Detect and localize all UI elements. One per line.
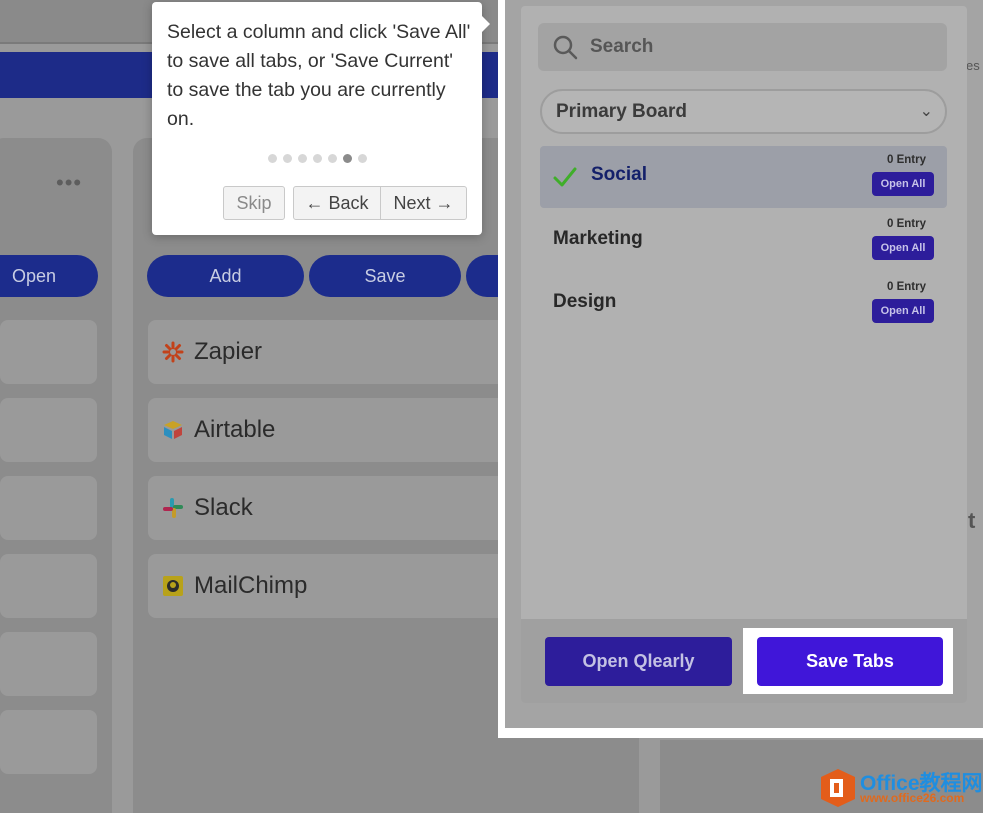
card-mailchimp[interactable]: MailChimp [148, 554, 508, 618]
column-row-design[interactable]: Design 0 Entry Open All [540, 273, 947, 335]
clipped-text: t [968, 508, 976, 533]
card-label: Airtable [194, 416, 276, 443]
left-card[interactable] [0, 554, 97, 618]
save-button-label: Save [364, 265, 406, 286]
next-button[interactable]: Next → [380, 186, 467, 220]
card-label: Zapier [194, 338, 263, 365]
entry-count: 0 Entry [887, 218, 926, 230]
chevron-down-icon: ⌄ [919, 103, 933, 120]
entry-count: 0 Entry [887, 154, 926, 166]
watermark-url: www.office26.com [860, 791, 965, 805]
card-airtable[interactable]: Airtable [148, 398, 508, 462]
open-all-button[interactable]: Open All [872, 236, 934, 260]
card-label: Slack [194, 494, 253, 521]
airtable-icon [164, 421, 182, 439]
column-row-marketing[interactable]: Marketing 0 Entry Open All [540, 210, 947, 272]
search-icon [553, 35, 578, 60]
tour-step-dots [268, 154, 367, 163]
mailchimp-icon [163, 576, 183, 596]
column-name: Marketing [553, 228, 643, 249]
step-dot-active[interactable] [343, 154, 352, 163]
left-card[interactable] [0, 476, 97, 540]
office-logo-icon [821, 769, 855, 807]
save-tabs-button[interactable]: Save Tabs [757, 637, 943, 686]
left-card[interactable] [0, 710, 97, 774]
open-button[interactable]: Open [0, 255, 98, 297]
check-icon [553, 167, 577, 187]
board-select-value: Primary Board [556, 100, 687, 122]
open-all-button[interactable]: Open All [872, 172, 934, 196]
card-zapier[interactable]: Zapier [148, 320, 508, 384]
board-select[interactable]: Primary Board ⌄ [540, 89, 947, 134]
left-card[interactable] [0, 320, 97, 384]
entry-count: 0 Entry [887, 281, 926, 293]
open-button-label: Open [11, 265, 57, 286]
slack-icon [163, 498, 183, 518]
open-qlearly-button[interactable]: Open Qlearly [545, 637, 732, 686]
step-dot[interactable] [313, 154, 322, 163]
column-row-social[interactable]: Social 0 Entry Open All [540, 146, 947, 208]
step-dot[interactable] [268, 154, 277, 163]
qlearly-popup: Search Primary Board ⌄ Social 0 Entry Op… [521, 6, 967, 703]
column-name: Design [553, 291, 617, 312]
add-button-label: Add [209, 265, 242, 286]
column-name: Social [591, 164, 647, 185]
card-slack[interactable]: Slack [148, 476, 508, 540]
left-card[interactable] [0, 632, 97, 696]
step-dot[interactable] [283, 154, 292, 163]
watermark: Office教程网 www.office26.com [818, 765, 983, 813]
card-label: MailChimp [194, 572, 308, 599]
step-dot[interactable] [328, 154, 337, 163]
left-card[interactable] [0, 398, 97, 462]
zapier-icon [162, 341, 184, 363]
clipped-text: es [966, 58, 980, 73]
tour-tooltip: Select a column and click 'Save All' to … [152, 2, 490, 235]
tour-text: Select a column and click 'Save All' to … [167, 21, 471, 130]
search-placeholder: Search [590, 36, 654, 57]
more-options-icon[interactable]: ••• [56, 170, 82, 196]
skip-button[interactable]: Skip [223, 186, 285, 220]
step-dot[interactable] [358, 154, 367, 163]
back-button[interactable]: ← Back [293, 186, 381, 220]
step-dot[interactable] [298, 154, 307, 163]
search-box[interactable]: Search [538, 23, 947, 71]
open-all-button[interactable]: Open All [872, 299, 934, 323]
save-button[interactable]: Save [309, 255, 461, 297]
add-button[interactable]: Add [147, 255, 304, 297]
